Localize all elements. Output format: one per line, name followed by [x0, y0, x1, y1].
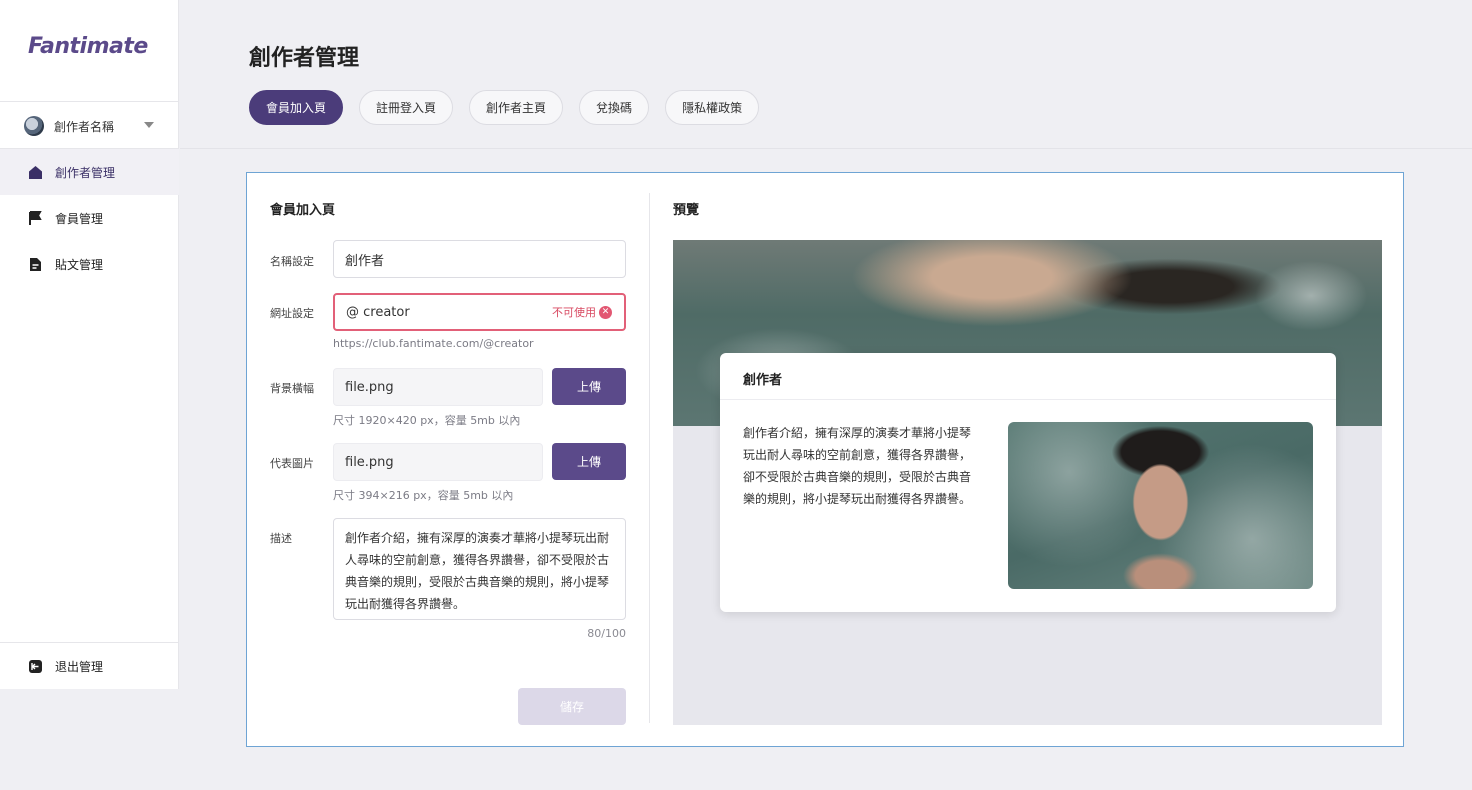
brand-logo[interactable]: Fantimate [28, 34, 148, 59]
preview-card: 創作者 創作者介紹，擁有深厚的演奏才華將小提琴玩出耐人尋味的空前創意，獲得各界讚… [720, 353, 1336, 612]
tab-redeem-code[interactable]: 兌換碼 [579, 90, 650, 125]
sidebar-item-label: 貼文管理 [55, 257, 104, 272]
banner-hint: 尺寸 1920×420 px，容量 5mb 以內 [333, 414, 521, 427]
sidebar-item-creator-management[interactable]: 創作者管理 [0, 149, 179, 195]
description-textarea[interactable]: 創作者介紹，擁有深厚的演奏才華將小提琴玩出耐人尋味的空前創意，獲得各界讚譽，卻不… [333, 518, 626, 620]
avatar [24, 116, 44, 136]
tab-member-join-page[interactable]: 會員加入頁 [249, 90, 344, 125]
banner-file-field[interactable]: file.png [333, 368, 543, 406]
chevron-down-icon [144, 122, 154, 128]
url-input[interactable]: @ creator 不可使用 ✕ [333, 293, 626, 331]
settings-card: 會員加入頁 名稱設定 創作者 網址設定 @ creator 不可使用 ✕ htt… [246, 172, 1404, 747]
url-value: @ creator [346, 304, 410, 320]
header-divider [180, 148, 1472, 149]
creator-selector[interactable]: 創作者名稱 [24, 114, 164, 138]
logout-button[interactable]: 退出管理 [0, 643, 179, 689]
sidebar-item-member-management[interactable]: 會員管理 [0, 195, 179, 241]
description-counter: 80/100 [587, 627, 626, 640]
tab-bar: 會員加入頁 註冊登入頁 創作者主頁 兌換碼 隱私權政策 [249, 90, 760, 125]
page-title: 創作者管理 [249, 46, 360, 71]
sidebar-item-post-management[interactable]: 貼文管理 [0, 241, 179, 287]
url-hint: https://club.fantimate.com/@creator [333, 337, 534, 350]
column-divider [649, 193, 650, 723]
cover-file-field[interactable]: file.png [333, 443, 543, 481]
description-label: 描述 [270, 532, 292, 545]
tab-privacy-policy[interactable]: 隱私權政策 [665, 90, 760, 125]
home-icon [28, 165, 43, 180]
preview-cover-image [1008, 422, 1313, 589]
creator-name: 創作者名稱 [54, 119, 115, 134]
logout-icon [28, 659, 43, 674]
form-title: 會員加入頁 [270, 203, 336, 218]
logout-label: 退出管理 [55, 659, 104, 674]
banner-upload-button[interactable]: 上傳 [552, 368, 626, 405]
url-error-text: 不可使用 [552, 306, 596, 319]
preview-card-divider [720, 399, 1336, 400]
url-label: 網址設定 [270, 307, 314, 320]
name-label: 名稱設定 [270, 255, 314, 268]
error-close-icon[interactable]: ✕ [599, 305, 612, 319]
preview-title: 預覽 [673, 203, 700, 218]
flag-icon [28, 210, 43, 226]
name-input[interactable]: 創作者 [333, 240, 626, 278]
preview-card-title: 創作者 [743, 373, 783, 388]
cover-label: 代表圖片 [270, 457, 314, 470]
banner-label: 背景橫幅 [270, 382, 314, 395]
cover-hint: 尺寸 394×216 px，容量 5mb 以內 [333, 489, 514, 502]
preview-panel: 創作者 創作者介紹，擁有深厚的演奏才華將小提琴玩出耐人尋味的空前創意，獲得各界讚… [673, 240, 1382, 725]
tab-signup-login-page[interactable]: 註冊登入頁 [359, 90, 454, 125]
preview-card-description: 創作者介紹，擁有深厚的演奏才華將小提琴玩出耐人尋味的空前創意，獲得各界讚譽，卻不… [743, 426, 972, 506]
sidebar-divider [0, 101, 179, 102]
sidebar-item-label: 創作者管理 [55, 165, 116, 180]
save-button[interactable]: 儲存 [518, 688, 626, 725]
cover-upload-button[interactable]: 上傳 [552, 443, 626, 480]
document-icon [28, 257, 43, 272]
sidebar: Fantimate 創作者名稱 創作者管理 會員管理 貼文管理 退出管理 [0, 0, 179, 689]
sidebar-item-label: 會員管理 [55, 211, 104, 226]
tab-creator-homepage[interactable]: 創作者主頁 [469, 90, 564, 125]
